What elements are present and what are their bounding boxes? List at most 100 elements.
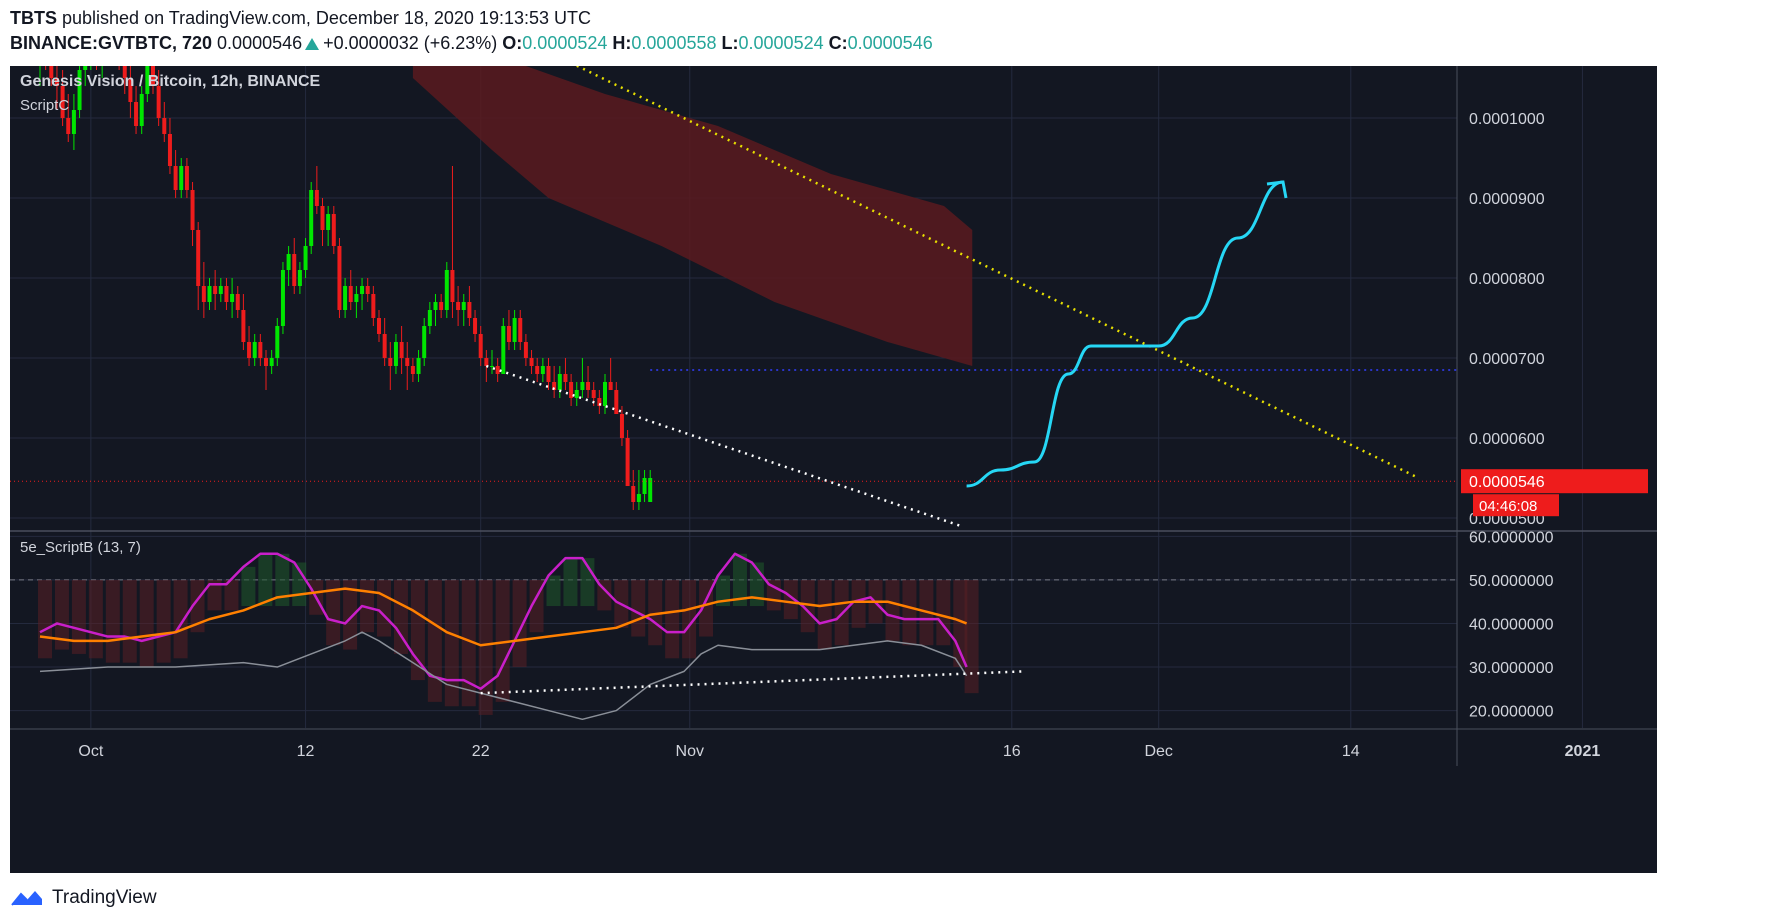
symbol-name: BINANCE:GVTBTC, 720: [10, 33, 213, 53]
brand-name: TradingView: [52, 887, 157, 908]
price-tick-label: 0.0000600: [1469, 431, 1545, 448]
candle-body: [614, 390, 619, 414]
candle-body: [546, 366, 551, 382]
histogram-bar: [936, 579, 951, 646]
high-label: H:: [612, 33, 632, 53]
histogram-bar: [563, 558, 578, 607]
price-tick-label: 0.0000800: [1469, 271, 1545, 288]
histogram-bar: [665, 579, 680, 659]
histogram-bar: [964, 579, 979, 694]
symbol-info: BINANCE:GVTBTC, 720 0.0000546 +0.0000032 …: [10, 33, 933, 54]
candle-body: [343, 286, 348, 310]
candle-body: [473, 318, 478, 334]
osc-tick-label: 20.0000000: [1469, 704, 1554, 721]
candle-body: [405, 358, 410, 366]
histogram-bar: [817, 579, 832, 650]
candle-body: [213, 286, 218, 294]
candle-body: [399, 342, 404, 358]
candle-body: [280, 270, 285, 326]
histogram-bar: [241, 566, 256, 607]
histogram-bar: [512, 579, 527, 668]
candle-body: [393, 342, 398, 366]
support-trendline: [485, 364, 962, 528]
histogram-bar: [546, 575, 561, 607]
histogram-bar: [88, 579, 103, 659]
author: TBTS: [10, 8, 57, 28]
candle-body: [484, 358, 489, 366]
footer: TradingView: [10, 885, 157, 911]
candle-body: [433, 302, 438, 310]
open-label: O:: [502, 33, 523, 53]
candle-body: [258, 342, 263, 358]
price-change: +0.0000032 (+6.23%): [323, 33, 498, 53]
candle-body: [71, 110, 76, 134]
time-tick-label: Nov: [676, 743, 704, 760]
candle-body: [184, 166, 189, 190]
candle-body: [540, 366, 545, 374]
candle-body: [461, 302, 466, 310]
candle-body: [631, 486, 636, 502]
up-arrow-icon: [305, 38, 320, 50]
price-tick-label: 0.0000900: [1469, 191, 1545, 208]
time-tick-label: 22: [472, 743, 490, 760]
candle-body: [286, 254, 291, 270]
chart-frame[interactable]: 0.0001000 0.0000900 0.0000800 0.0000700 0.00…: [10, 66, 1783, 873]
time-tick-label: 14: [1342, 743, 1360, 760]
candle-body: [337, 246, 342, 310]
histogram-bar: [139, 579, 154, 668]
candle-body: [456, 302, 461, 310]
time-tick-label: 16: [1003, 743, 1021, 760]
osc-tick-label: 30.0000000: [1469, 660, 1554, 677]
candle-body: [377, 318, 381, 334]
candle-body: [495, 366, 500, 374]
candle-body: [326, 214, 331, 230]
candle-body: [167, 134, 172, 166]
candle-body: [586, 382, 591, 390]
histogram-bar: [258, 553, 273, 607]
candle-body: [439, 302, 444, 310]
candle-body: [467, 302, 472, 318]
candle-body: [173, 166, 178, 190]
candle-body: [506, 326, 511, 342]
high-value: 0.0000558: [631, 33, 717, 53]
histogram-bar: [105, 579, 120, 663]
oscillator-title: 5e_ScriptB (13, 7): [20, 539, 141, 556]
candle-body: [450, 270, 455, 302]
low-value: 0.0000524: [738, 33, 824, 53]
histogram-bar: [71, 579, 86, 654]
candle-body: [241, 310, 246, 342]
candle-body: [196, 230, 201, 286]
histogram-bar: [377, 579, 391, 637]
candle-body: [320, 206, 325, 230]
candle-body: [224, 286, 229, 302]
candle-body: [478, 334, 483, 358]
candle-body: [309, 190, 314, 246]
candle-body: [303, 246, 308, 270]
osc-tick-label: 60.0000000: [1469, 529, 1554, 546]
histogram-bar: [631, 579, 646, 637]
candle-body: [139, 94, 144, 126]
candle-body: [625, 438, 630, 486]
candle-body: [252, 342, 257, 358]
time-tick-label: 2021: [1565, 743, 1601, 760]
cloud-band-shape: [412, 66, 973, 366]
chart-svg[interactable]: 0.0001000 0.0000900 0.0000800 0.0000700 0.00…: [10, 66, 1783, 873]
close-label: C:: [828, 33, 848, 53]
candle-body: [382, 334, 387, 358]
candle-body: [162, 118, 167, 134]
grid: [10, 66, 1776, 728]
histogram-bar: [156, 579, 171, 663]
time-tick-label: Oct: [78, 743, 103, 760]
histogram-bar: [122, 579, 137, 663]
candle-body: [297, 270, 302, 286]
tradingview-logo-icon: [11, 891, 42, 906]
oscillator-trendline: [480, 670, 1024, 695]
candle-body: [275, 326, 280, 358]
candle-body: [535, 366, 540, 374]
histogram-bar: [38, 579, 52, 659]
candle-body: [416, 358, 421, 374]
candle-body: [518, 318, 523, 342]
candle-body: [557, 374, 562, 390]
candle-body: [490, 366, 494, 367]
candle-body: [523, 342, 528, 358]
